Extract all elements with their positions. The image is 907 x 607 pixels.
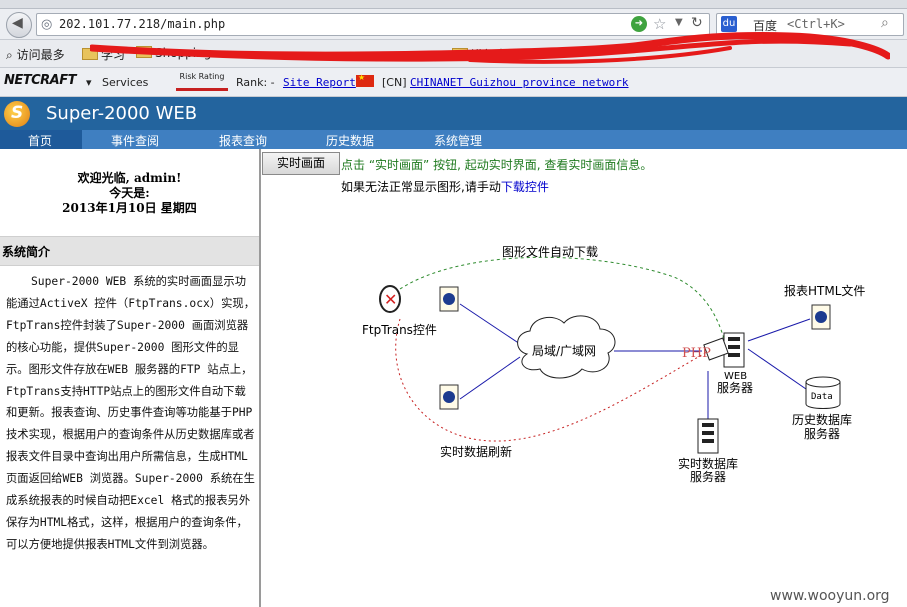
risk-rating-meter[interactable]: Risk Rating bbox=[176, 72, 228, 91]
php-label: PHP bbox=[682, 346, 711, 361]
baidu-icon[interactable]: du bbox=[721, 16, 737, 32]
super2000-logo-icon bbox=[4, 101, 30, 127]
bookmark-label: 学习 bbox=[101, 48, 126, 62]
url-dropdown-icon[interactable]: ▼ bbox=[675, 17, 683, 28]
search-box[interactable]: du 百度 <Ctrl+K> ⌕ bbox=[716, 13, 904, 36]
section-header: 系统简介 bbox=[0, 236, 259, 266]
welcome-block: 欢迎光临, admin! 今天是: 2013年1月10日 星期四 bbox=[0, 171, 259, 216]
link-doc1-network bbox=[459, 303, 521, 345]
realtime-db-label-1: 实时数据库 bbox=[678, 456, 738, 471]
main-content: 实时画面 点击 “实时画面” 按钮, 起动实时界面, 查看实时画面信息。 如果无… bbox=[262, 149, 907, 607]
ftptrans-label: FtpTrans控件 bbox=[362, 323, 437, 337]
link-web-report bbox=[747, 318, 811, 342]
section-title: 系统简介 bbox=[2, 245, 51, 259]
china-flag-icon bbox=[356, 73, 374, 87]
rank-label: Rank: - bbox=[236, 76, 275, 89]
bookmark-most-visited[interactable]: ⌕ 访问最多 bbox=[6, 46, 65, 63]
history-db-label-1: 历史数据库 bbox=[792, 412, 852, 427]
back-arrow-icon: ◀ bbox=[12, 15, 23, 31]
folder-icon bbox=[136, 46, 152, 58]
realtime-hint: 点击 “实时画面” 按钮, 起动实时界面, 查看实时画面信息。 bbox=[341, 158, 653, 172]
web-server-label-2: 服务器 bbox=[717, 380, 753, 395]
realtime-view-button[interactable]: 实时画面 bbox=[262, 152, 340, 175]
bookmark-label: 进行中 bbox=[471, 48, 508, 62]
menu-system-admin[interactable]: 系统管理 bbox=[434, 132, 482, 149]
realtime-server-icon bbox=[697, 418, 719, 454]
graphic-file-icon bbox=[439, 286, 459, 312]
main-menu: 首页 事件查阅 报表查询 历史数据 系统管理 bbox=[0, 130, 907, 149]
netcraft-toolbar: NETCRAFT ▾ Services Risk Rating Rank: - … bbox=[0, 68, 907, 97]
reload-icon[interactable]: ↻ bbox=[691, 15, 703, 31]
bookmark-label: Shopping bbox=[155, 46, 212, 60]
go-icon[interactable]: ➜ bbox=[631, 16, 647, 32]
globe-icon: ◎ bbox=[41, 17, 53, 32]
address-bar[interactable]: ◎ 202.101.77.218/main.php ➜ ☆ ▼ ↻ bbox=[36, 13, 710, 36]
svg-text:✕: ✕ bbox=[384, 290, 397, 309]
report-file-icon bbox=[811, 304, 831, 330]
watermark: www.wooyun.org bbox=[770, 588, 890, 604]
back-button[interactable]: ◀ bbox=[6, 12, 32, 38]
bookmark-folder-in-progress[interactable]: 进行中 bbox=[452, 46, 507, 63]
realtime-refresh-label: 实时数据刷新 bbox=[440, 444, 512, 459]
url-text[interactable]: 202.101.77.218/main.php bbox=[59, 17, 225, 31]
ftptrans-icon: ✕ bbox=[379, 285, 401, 313]
magnifier-icon: ⌕ bbox=[6, 48, 13, 62]
network-label: 局域/广域网 bbox=[532, 344, 596, 358]
netcraft-logo[interactable]: NETCRAFT bbox=[4, 73, 77, 88]
menu-report-query[interactable]: 报表查询 bbox=[219, 132, 267, 149]
system-intro-text: Super-2000 WEB 系统的实时画面显示功能通过ActiveX 控件（F… bbox=[6, 275, 255, 551]
download-hint-text: 如果无法正常显示图形,请手动 bbox=[341, 180, 501, 194]
bookmark-star-icon[interactable]: ☆ bbox=[653, 15, 666, 33]
bookmark-folder-study[interactable]: 学习 bbox=[82, 46, 125, 63]
sidebar: 欢迎光临, admin! 今天是: 2013年1月10日 星期四 系统简介 Su… bbox=[0, 149, 261, 607]
link-doc2-network bbox=[459, 356, 521, 400]
app-header: Super-2000 WEB bbox=[0, 97, 907, 130]
search-placeholder[interactable]: <Ctrl+K> bbox=[787, 17, 845, 31]
data-label: Data bbox=[811, 392, 833, 402]
history-db-label-2: 服务器 bbox=[804, 426, 840, 441]
app-title: Super-2000 WEB bbox=[46, 103, 198, 124]
menu-history-data[interactable]: 历史数据 bbox=[326, 132, 374, 149]
menu-event-query[interactable]: 事件查阅 bbox=[111, 132, 159, 149]
realtime-db-label-2: 服务器 bbox=[690, 469, 726, 484]
bookmark-label: 访问最多 bbox=[16, 48, 65, 62]
search-icon[interactable]: ⌕ bbox=[881, 15, 889, 31]
bookmark-folder-shopping[interactable]: Shopping bbox=[136, 46, 211, 60]
site-report-link[interactable]: Site Report bbox=[283, 76, 356, 89]
graphic-file-icon bbox=[439, 384, 459, 410]
folder-icon bbox=[82, 48, 98, 60]
current-date: 2013年1月10日 星期四 bbox=[62, 201, 197, 215]
navigation-toolbar: ◀ ◎ 202.101.77.218/main.php ➜ ☆ ▼ ↻ du 百… bbox=[0, 9, 907, 40]
auto-download-label: 图形文件自动下载 bbox=[502, 244, 598, 259]
network-link[interactable]: CHINANET Guizhou province network bbox=[410, 76, 629, 89]
welcome-text: 欢迎光临, admin! bbox=[77, 171, 182, 185]
browser-tab-strip bbox=[0, 0, 907, 9]
search-engine-name: 百度 bbox=[753, 19, 778, 33]
services-menu[interactable]: Services bbox=[102, 76, 148, 89]
download-control-link[interactable]: 下载控件 bbox=[501, 180, 549, 194]
link-web-historydb bbox=[747, 348, 807, 390]
netcraft-menu-arrow-icon[interactable]: ▾ bbox=[86, 76, 92, 89]
architecture-diagram: ✕ FtpTrans控件 局域/广域网 PHP WEB 服务器 报表HTML文件… bbox=[362, 244, 865, 484]
download-hint: 如果无法正常显示图形,请手动下载控件 bbox=[341, 178, 549, 195]
bookmarks-toolbar: ⌕ 访问最多 学习 Shopping 进行中 bbox=[0, 40, 907, 68]
today-label: 今天是: bbox=[109, 186, 150, 200]
folder-icon bbox=[452, 48, 468, 60]
country-code: [CN] bbox=[382, 76, 407, 89]
report-html-label: 报表HTML文件 bbox=[784, 283, 865, 298]
menu-home[interactable]: 首页 bbox=[28, 132, 52, 149]
